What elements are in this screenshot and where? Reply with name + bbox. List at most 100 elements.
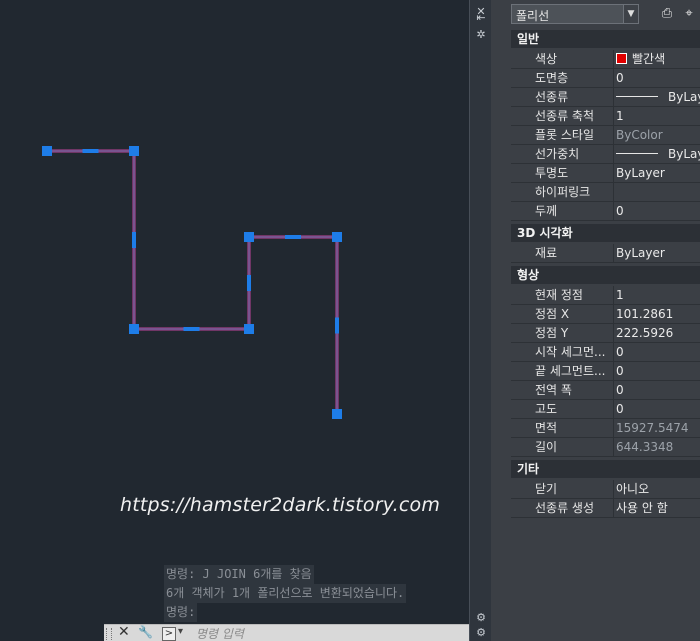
- vertex-grip[interactable]: [244, 232, 254, 242]
- vertex-grip[interactable]: [244, 324, 254, 334]
- section-header-general[interactable]: 일반: [511, 30, 700, 48]
- palette-properties-icon-2[interactable]: ⚙: [475, 627, 487, 639]
- property-value[interactable]: 빨간색: [616, 50, 700, 68]
- property-label: 정점 Y: [511, 324, 614, 342]
- property-row[interactable]: 두께 0: [511, 202, 700, 221]
- property-value[interactable]: 101.2861: [616, 305, 700, 323]
- property-row[interactable]: 현재 정점 1: [511, 286, 700, 305]
- chevron-down-icon: ▼: [623, 5, 638, 23]
- vertex-grip[interactable]: [42, 146, 52, 156]
- property-label: 고도: [511, 400, 614, 418]
- property-row[interactable]: 고도 0: [511, 400, 700, 419]
- property-value-text: ByLayer: [616, 246, 665, 260]
- midpoint-grip[interactable]: [82, 149, 99, 153]
- property-row[interactable]: 재료 ByLayer: [511, 244, 700, 263]
- property-value[interactable]: ByLayer: [616, 244, 700, 262]
- property-row[interactable]: 전역 폭0: [511, 381, 700, 400]
- property-row[interactable]: 투명도 ByLayer: [511, 164, 700, 183]
- command-prompt-dropdown[interactable]: > ▾: [160, 626, 190, 641]
- property-value[interactable]: 아니오: [616, 480, 700, 498]
- polyline-drawing[interactable]: [0, 0, 469, 641]
- command-history-line: 명령:: [164, 603, 198, 622]
- property-value[interactable]: 1: [616, 286, 700, 304]
- polyline-path[interactable]: [47, 149, 339, 414]
- property-row[interactable]: 시작 세그먼... 0: [511, 343, 700, 362]
- drag-grip-icon[interactable]: [106, 628, 112, 640]
- color-swatch-icon: [616, 53, 627, 64]
- property-value-text: 0: [616, 364, 624, 378]
- midpoint-grip[interactable]: [247, 275, 251, 291]
- auto-hide-icon[interactable]: ⇤: [475, 12, 487, 24]
- property-value-text: 644.3348: [616, 440, 674, 454]
- property-value[interactable]: 0: [616, 400, 700, 418]
- property-row[interactable]: 선가중치 ByLayer: [511, 145, 700, 164]
- property-label: 투명도: [511, 164, 614, 182]
- property-value[interactable]: ByLayer: [616, 145, 700, 163]
- property-value[interactable]: 0: [616, 362, 700, 380]
- property-value-text: 1: [616, 288, 624, 302]
- property-value[interactable]: 222.5926: [616, 324, 700, 342]
- property-label: 도면층: [511, 69, 614, 87]
- property-row[interactable]: 색상 빨간색: [511, 50, 700, 69]
- property-row[interactable]: 면적 15927.5474: [511, 419, 700, 438]
- command-input[interactable]: 명령 입력: [196, 625, 244, 641]
- section-header-misc[interactable]: 기타: [511, 460, 700, 478]
- prompt-icon: >: [162, 627, 176, 641]
- vertex-grip[interactable]: [129, 324, 139, 334]
- property-value[interactable]: 0: [616, 381, 700, 399]
- section-header-viz3d[interactable]: 3D 시각화: [511, 224, 700, 242]
- property-value-text: ByLayer: [668, 90, 700, 104]
- property-row[interactable]: 정점 Y 222.5926: [511, 324, 700, 343]
- property-value[interactable]: 사용 안 함: [616, 499, 700, 517]
- property-row[interactable]: 정점 X 101.2861: [511, 305, 700, 324]
- property-row[interactable]: 닫기 아니오: [511, 480, 700, 499]
- property-label: 선종류 생성: [511, 499, 614, 517]
- midpoint-grip[interactable]: [285, 235, 301, 239]
- toggle-pickadd-icon[interactable]: ⎙: [659, 6, 675, 22]
- property-label: 면적: [511, 419, 614, 437]
- palette-properties-icon[interactable]: ⚙: [475, 612, 487, 624]
- property-value-text: 0: [616, 345, 624, 359]
- property-value[interactable]: 0: [616, 202, 700, 220]
- midpoint-grip[interactable]: [183, 327, 200, 331]
- properties-panel: 폴리선 ▼ ⎙ ⌖ 일반색상빨간색도면층0선종류ByLayer선종류 축척1플롯…: [491, 0, 700, 641]
- property-value[interactable]: ByLayer: [616, 88, 700, 106]
- close-icon[interactable]: ✕: [118, 624, 130, 640]
- chevron-down-icon: ▾: [178, 626, 184, 637]
- property-value-text: ByLayer: [616, 166, 665, 180]
- midpoint-grip[interactable]: [335, 317, 339, 334]
- watermark-text: https://hamster2dark.tistory.com: [120, 494, 441, 516]
- object-type-dropdown[interactable]: 폴리선 ▼: [511, 4, 639, 24]
- property-row[interactable]: 선종류 ByLayer: [511, 88, 700, 107]
- select-objects-icon[interactable]: ⌖: [681, 6, 697, 22]
- vertex-grip[interactable]: [332, 232, 342, 242]
- property-row[interactable]: 선종류 생성 사용 안 함: [511, 499, 700, 518]
- property-row[interactable]: 끝 세그먼트... 0: [511, 362, 700, 381]
- property-value-text: 아니오: [616, 482, 650, 496]
- property-value[interactable]: [616, 183, 700, 201]
- property-value[interactable]: 1: [616, 107, 700, 125]
- vertex-grip[interactable]: [129, 146, 139, 156]
- property-label: 플롯 스타일: [511, 126, 614, 144]
- property-label: 현재 정점: [511, 286, 614, 304]
- property-value[interactable]: ByColor: [616, 126, 700, 144]
- property-value[interactable]: 644.3348: [616, 438, 700, 456]
- command-history: 명령: J JOIN 6개를 찾음 6개 객체가 1개 폴리선으로 변환되었습니…: [164, 565, 407, 622]
- vertex-grip[interactable]: [332, 409, 342, 419]
- property-label: 재료: [511, 244, 614, 262]
- section-header-geometry[interactable]: 형상: [511, 266, 700, 284]
- palette-settings-icon[interactable]: ✲: [475, 29, 487, 41]
- property-value[interactable]: 0: [616, 69, 700, 87]
- property-value[interactable]: 0: [616, 343, 700, 361]
- property-row[interactable]: 길이 644.3348: [511, 438, 700, 457]
- wrench-icon[interactable]: 🔧: [138, 625, 153, 639]
- property-value[interactable]: 15927.5474: [616, 419, 700, 437]
- drawing-canvas[interactable]: https://hamster2dark.tistory.com 명령: J J…: [0, 0, 469, 641]
- property-row[interactable]: 선종류 축척 1: [511, 107, 700, 126]
- property-label: 길이: [511, 438, 614, 456]
- property-row[interactable]: 하이퍼링크: [511, 183, 700, 202]
- property-value[interactable]: ByLayer: [616, 164, 700, 182]
- property-row[interactable]: 플롯 스타일 ByColor: [511, 126, 700, 145]
- property-row[interactable]: 도면층 0: [511, 69, 700, 88]
- midpoint-grip[interactable]: [132, 232, 136, 248]
